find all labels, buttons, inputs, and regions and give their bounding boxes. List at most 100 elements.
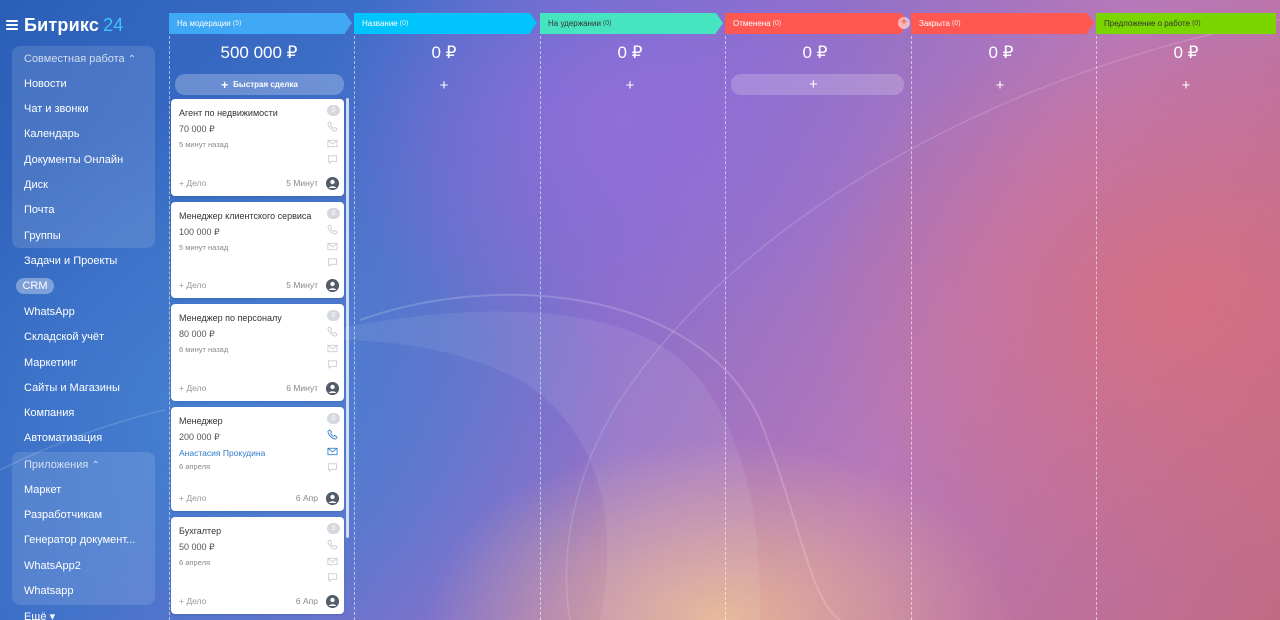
add-stage-icon[interactable]: +	[898, 17, 910, 29]
sidebar-group-head-collaboration[interactable]: Совместная работа ⌃	[24, 53, 136, 65]
deal-title[interactable]: Менеджер по персоналу	[179, 313, 282, 323]
stage-sum-closed: 0 ₽	[988, 43, 1014, 62]
deal-meta: 5 минут назад	[179, 243, 229, 252]
stage-arrow	[716, 13, 723, 33]
mail-icon[interactable]	[327, 556, 338, 567]
sidebar-item-inventory[interactable]: Складской учёт	[24, 331, 104, 343]
logo[interactable]: Битрикс 24	[24, 15, 123, 36]
sidebar-item-mail[interactable]: Почта	[24, 204, 55, 216]
add-deal-button[interactable]: +	[620, 77, 640, 94]
stage-sum-cancelled: 0 ₽	[802, 43, 828, 62]
deal-meta: 6 апреля	[179, 462, 211, 471]
column-divider	[725, 36, 726, 620]
sidebar: Битрикс 24 Совместная работа ⌃ Новости Чат…	[0, 0, 160, 620]
phone-icon[interactable]	[327, 326, 338, 337]
add-deal-button[interactable]: +	[990, 77, 1010, 94]
column-divider	[1096, 36, 1097, 620]
column-divider	[354, 36, 355, 620]
sidebar-item-calendar[interactable]: Календарь	[24, 128, 80, 140]
phone-icon[interactable]	[327, 539, 338, 550]
deal-contact-link[interactable]: Анастасия Прокудина	[179, 448, 265, 458]
chat-icon[interactable]	[327, 359, 338, 370]
stage-header-closed[interactable]: Закрыта (0)	[911, 13, 1087, 34]
counter-badge: 0	[327, 413, 340, 424]
sidebar-item-marketing[interactable]: Маркетинг	[24, 357, 77, 369]
deal-card[interactable]: Бухгалтер 50 000 ₽ 6 апреля 0 + Дело 6 А…	[171, 517, 344, 614]
add-deal-button[interactable]: +	[434, 77, 454, 94]
deal-title[interactable]: Менеджер клиентского сервиса	[179, 211, 311, 221]
sidebar-item-docgen[interactable]: Генератор документ...	[24, 534, 135, 546]
deal-time: 6 Минут	[286, 383, 318, 393]
add-task-link[interactable]: + Дело	[179, 596, 206, 606]
sidebar-item-developers[interactable]: Разработчикам	[24, 509, 102, 521]
sidebar-item-sites[interactable]: Сайты и Магазины	[24, 382, 120, 394]
deal-card[interactable]: Агент по недвижимости 70 000 ₽ 5 минут н…	[171, 99, 344, 196]
user-avatar-icon[interactable]	[326, 492, 339, 505]
deal-title[interactable]: Агент по недвижимости	[179, 108, 278, 118]
add-task-link[interactable]: + Дело	[179, 178, 206, 188]
add-deal-button[interactable]: +	[1176, 77, 1196, 94]
add-deal-button[interactable]: +	[731, 74, 904, 95]
stage-sum-moderation: 500 000 ₽	[220, 43, 298, 62]
stage-header-name[interactable]: Название (0)	[354, 13, 530, 34]
sidebar-item-crm[interactable]: CRM	[16, 278, 54, 294]
deal-price: 70 000 ₽	[179, 124, 215, 134]
stage-header-job-offer[interactable]: Предложение о работе (0)	[1096, 13, 1276, 34]
stage-header-on-hold[interactable]: На удержании (0)	[540, 13, 716, 34]
sidebar-item-news[interactable]: Новости	[24, 78, 67, 90]
sidebar-group-apps	[12, 452, 155, 605]
sidebar-item-whatsapp2[interactable]: WhatsApp2	[24, 560, 81, 572]
stage-header-cancelled[interactable]: Отменена (0)	[725, 13, 901, 34]
phone-icon[interactable]	[327, 121, 338, 132]
sidebar-item-chat[interactable]: Чат и звонки	[24, 103, 88, 115]
deal-title[interactable]: Менеджер	[179, 416, 223, 426]
stage-arrow	[345, 13, 352, 33]
deal-time: 5 Минут	[286, 280, 318, 290]
mail-icon[interactable]	[327, 343, 338, 354]
sidebar-item-disk[interactable]: Диск	[24, 179, 48, 191]
chat-icon[interactable]	[327, 257, 338, 268]
sidebar-item-tasks[interactable]: Задачи и Проекты	[24, 255, 117, 267]
stage-sum-name: 0 ₽	[431, 43, 457, 62]
deal-title[interactable]: Бухгалтер	[179, 526, 221, 536]
menu-icon[interactable]	[6, 20, 18, 30]
sidebar-item-groups[interactable]: Группы	[24, 230, 61, 242]
counter-badge: 0	[327, 208, 340, 219]
user-avatar-icon[interactable]	[326, 177, 339, 190]
mail-icon[interactable]	[327, 446, 338, 457]
add-task-link[interactable]: + Дело	[179, 493, 206, 503]
user-avatar-icon[interactable]	[326, 595, 339, 608]
add-task-link[interactable]: + Дело	[179, 280, 206, 290]
logo-row: Битрикс 24	[6, 13, 123, 37]
user-avatar-icon[interactable]	[326, 279, 339, 292]
column-scrollbar[interactable]	[346, 98, 349, 538]
deal-card[interactable]: Менеджер по персоналу 80 000 ₽ 6 минут н…	[171, 304, 344, 401]
sidebar-item-more[interactable]: Ещё ▾	[24, 610, 55, 620]
deal-time: 6 Апр	[295, 596, 318, 606]
deal-meta: 6 минут назад	[179, 345, 229, 354]
column-divider	[169, 36, 170, 620]
sidebar-item-whatsapp-app[interactable]: Whatsapp	[24, 585, 74, 597]
sidebar-item-automation[interactable]: Автоматизация	[24, 432, 102, 444]
deal-meta: 5 минут назад	[179, 140, 229, 149]
counter-badge: 0	[327, 310, 340, 321]
mail-icon[interactable]	[327, 241, 338, 252]
sidebar-item-docs[interactable]: Документы Онлайн	[24, 154, 123, 166]
sidebar-group-head-apps[interactable]: Приложения ⌃	[24, 459, 100, 471]
sidebar-item-market[interactable]: Маркет	[24, 484, 61, 496]
sidebar-item-company[interactable]: Компания	[24, 407, 74, 419]
deal-time: 6 Апр	[295, 493, 318, 503]
sidebar-item-whatsapp[interactable]: WhatsApp	[24, 306, 75, 318]
add-task-link[interactable]: + Дело	[179, 383, 206, 393]
quick-deal-button[interactable]: + Быстрая сделка	[175, 74, 344, 95]
stage-header-moderation[interactable]: На модерации (5)	[169, 13, 345, 34]
phone-icon[interactable]	[327, 224, 338, 235]
deal-card[interactable]: Менеджер 200 000 ₽ Анастасия Прокудина 6…	[171, 407, 344, 511]
chat-icon[interactable]	[327, 572, 338, 583]
user-avatar-icon[interactable]	[326, 382, 339, 395]
phone-icon[interactable]	[327, 429, 338, 440]
deal-card[interactable]: Менеджер клиентского сервиса 100 000 ₽ 5…	[171, 202, 344, 298]
chat-icon[interactable]	[327, 154, 338, 165]
mail-icon[interactable]	[327, 138, 338, 149]
chat-icon[interactable]	[327, 462, 338, 473]
